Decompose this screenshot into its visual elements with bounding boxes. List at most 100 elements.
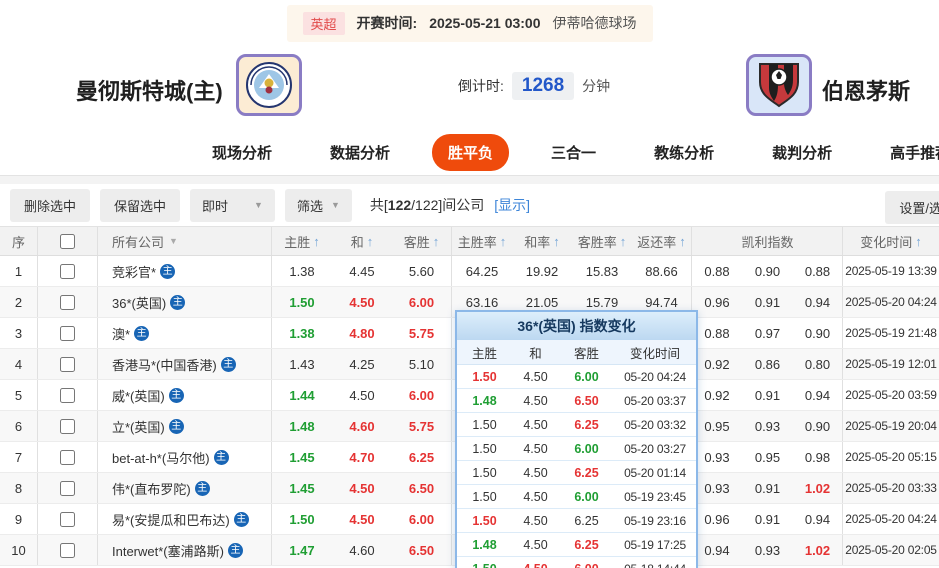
row-checkbox[interactable] <box>60 418 75 434</box>
row-checkbox[interactable] <box>60 263 75 279</box>
popup-home-odds: 1.50 <box>472 465 497 480</box>
header-away-rate[interactable]: 客胜率 ↑ <box>572 227 632 255</box>
popup-row: 1.50 4.50 6.25 05-20 03:32 <box>457 413 696 437</box>
home-odds: 1.50 <box>289 294 315 310</box>
draw-odds: 4.45 <box>349 263 375 279</box>
kelly-2: 0.86 <box>754 356 781 372</box>
header-change-time[interactable]: 变化时间 ↑ <box>843 227 939 255</box>
delete-selected-button[interactable]: 删除选中 <box>10 188 91 222</box>
tab-3[interactable]: 胜平负 <box>432 134 510 171</box>
company-cell[interactable]: Interwet*(塞浦路斯) 主 <box>98 535 272 565</box>
settings-button[interactable]: 设置/选择 <box>885 191 939 224</box>
popup-away-odds: 6.25 <box>574 465 599 480</box>
select-all-checkbox[interactable] <box>60 233 75 249</box>
row-checkbox[interactable] <box>60 449 75 465</box>
match-info-pill: 英超 开赛时间: 2025-05-21 03:00 伊蒂哈德球场 <box>286 4 653 42</box>
away-odds: 5.75 <box>392 411 452 441</box>
tab-6[interactable]: 裁判分析 <box>756 134 848 171</box>
popup-away-odds: 6.00 <box>574 489 599 504</box>
countdown: 倒计时: 1268 分钟 <box>458 72 610 100</box>
company-cell[interactable]: bet-at-h*(马尔他) 主 <box>98 442 272 472</box>
company-cell[interactable]: 易*(安提瓜和巴布达) 主 <box>98 504 272 534</box>
home-team-name: 曼彻斯特城(主) <box>76 79 223 104</box>
odds-change-popup: 36*(英国) 指数变化 主胜和客胜 变化时间 1.50 4.50 6.00 05-20… <box>455 310 698 568</box>
header-draw-odds[interactable]: 和 ↑ <box>332 227 392 255</box>
header-company-label: 所有公司 <box>112 234 165 250</box>
change-time: 2025-05-20 03:33 <box>845 481 937 495</box>
tab-7[interactable]: 高手推荐 <box>874 134 939 171</box>
company-cell[interactable]: 竞彩官* 主 <box>98 256 272 286</box>
home-odds: 1.43 <box>289 356 315 372</box>
kelly-3: 0.90 <box>793 318 843 348</box>
tab-4[interactable]: 三合一 <box>535 134 612 171</box>
popup-change-time: 05-20 01:14 <box>624 465 686 480</box>
tab-5[interactable]: 教练分析 <box>638 134 730 171</box>
header-home-rate[interactable]: 主胜率 ↑ <box>452 227 512 255</box>
company-cell[interactable]: 立*(英国) 主 <box>98 411 272 441</box>
header-return-rate-label: 返还率 <box>637 234 677 250</box>
kelly-2: 0.91 <box>754 294 781 310</box>
kelly-1: 0.95 <box>704 418 730 434</box>
header-home-odds[interactable]: 主胜 ↑ <box>272 227 332 255</box>
home-rate: 64.25 <box>465 263 499 279</box>
draw-odds: 4.50 <box>349 480 375 496</box>
keep-selected-button[interactable]: 保留选中 <box>100 188 181 222</box>
row-index: 3 <box>0 318 38 348</box>
popup-header-row: 主胜 和 客胜 变化时间 <box>457 340 696 365</box>
tab-2[interactable]: 数据分析 <box>314 134 406 171</box>
away-odds: 6.50 <box>392 473 452 503</box>
draw-odds: 4.80 <box>349 325 375 341</box>
popup-change-time: 05-20 03:27 <box>624 441 686 456</box>
kelly-1: 0.93 <box>704 480 730 496</box>
row-checkbox[interactable] <box>60 542 75 558</box>
row-checkbox[interactable] <box>60 480 75 496</box>
count-main: 122 <box>387 197 412 213</box>
divider-band <box>0 176 939 184</box>
home-odds: 1.45 <box>289 480 315 496</box>
popup-home-odds: 1.50 <box>472 513 497 528</box>
header-return-rate[interactable]: 返还率 ↑ <box>632 227 692 255</box>
time-filter-dropdown[interactable]: 即时 ▼ <box>190 188 275 222</box>
company-cell[interactable]: 澳* 主 <box>98 318 272 348</box>
company-name: Interwet*(塞浦路斯) <box>112 543 224 559</box>
filter-dropdown[interactable]: 筛选 ▼ <box>284 188 352 222</box>
row-checkbox-cell <box>38 504 98 534</box>
show-link[interactable]: [显示] <box>494 197 530 213</box>
header-company[interactable]: 所有公司 ▼ <box>98 227 272 255</box>
popup-away-odds: 6.50 <box>574 393 599 408</box>
row-checkbox[interactable] <box>60 511 75 527</box>
company-cell[interactable]: 威*(英国) 主 <box>98 380 272 410</box>
row-checkbox[interactable] <box>60 356 75 372</box>
home-team-logo <box>236 54 302 116</box>
count-rest: /122]间公司 <box>411 197 485 213</box>
change-time: 2025-05-20 05:15 <box>845 450 937 464</box>
company-cell[interactable]: 香港马*(中国香港) 主 <box>98 349 272 379</box>
sort-up-icon: ↑ <box>553 233 560 249</box>
change-time: 2025-05-20 04:24 <box>845 295 937 309</box>
change-time: 2025-05-20 03:59 <box>845 388 937 402</box>
popup-row: 1.48 4.50 6.25 05-19 17:25 <box>457 533 696 557</box>
kelly-3: 0.94 <box>793 380 843 410</box>
header-away-odds[interactable]: 客胜 ↑ <box>392 227 452 255</box>
company-cell[interactable]: 36*(英国) 主 <box>98 287 272 317</box>
row-checkbox[interactable] <box>60 294 75 310</box>
row-checkbox[interactable] <box>60 387 75 403</box>
home-odds: 1.50 <box>289 511 315 527</box>
chevron-down-icon: ▼ <box>254 200 263 210</box>
popup-draw-odds: 4.50 <box>523 513 548 528</box>
row-index: 4 <box>0 349 38 379</box>
draw-odds: 4.50 <box>349 387 375 403</box>
change-time: 2025-05-20 02:05 <box>845 543 937 557</box>
header-draw-rate-label: 和率 <box>524 234 551 250</box>
company-cell[interactable]: 伟*(直布罗陀) 主 <box>98 473 272 503</box>
row-checkbox[interactable] <box>60 325 75 341</box>
header-draw-rate[interactable]: 和率 ↑ <box>512 227 572 255</box>
tab-1[interactable]: 现场分析 <box>196 134 288 171</box>
analysis-tabs: 现场分析数据分析胜平负三合一教练分析裁判分析高手推荐 <box>0 130 939 176</box>
row-checkbox-cell <box>38 287 98 317</box>
company-name: 易*(安提瓜和巴布达) <box>112 512 230 528</box>
home-badge-icon: 主 <box>160 263 176 279</box>
table-header-row: 序 所有公司 ▼ 主胜 ↑ 和 ↑ 客胜 ↑ 主胜率 ↑ 和率 ↑ 客胜率 ↑ … <box>0 226 939 256</box>
popup-away-odds: 6.00 <box>574 441 599 456</box>
kelly-3: 0.80 <box>793 349 843 379</box>
